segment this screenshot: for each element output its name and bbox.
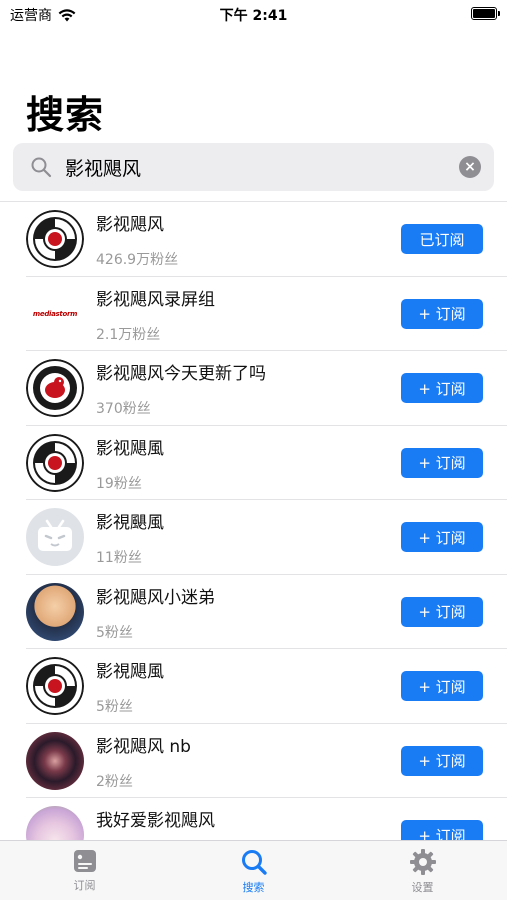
follower-count: 2.1万粉丝	[96, 326, 161, 343]
red-bird-logo-avatar[interactable]	[26, 359, 84, 417]
subscriptions-icon	[73, 850, 96, 872]
subscribe-button[interactable]: + 订阅	[401, 373, 483, 403]
channel-name: 影視颶風	[96, 513, 164, 533]
tab-bar: 订阅 搜索 设置	[0, 840, 507, 900]
avatar-logo-text: mediastorm	[32, 309, 78, 318]
channel-name: 影视飓风录屏组	[96, 289, 215, 310]
text-logo-avatar[interactable]: mediastorm	[26, 284, 84, 343]
follower-count: 5粉丝	[96, 699, 133, 715]
subscribe-button[interactable]: + 订阅	[401, 447, 483, 478]
red-eye-logo-avatar[interactable]	[26, 210, 84, 268]
result-row[interactable]: 影視飓風 5粉丝 + 订阅	[26, 649, 507, 724]
results-list: 影视飓风 426.9万粉丝 已订阅 mediastorm 影视飓风录屏组 2.1万粉丝 + …	[0, 201, 507, 840]
channel-name: 影视飓风 nb	[96, 736, 191, 757]
subscribe-button[interactable]: + 订阅	[401, 671, 483, 701]
cartoon-avatar-avatar[interactable]	[26, 582, 84, 641]
anime-avatar-avatar[interactable]	[26, 806, 84, 840]
tab-label-settings: 设置	[411, 881, 434, 894]
gear-icon	[409, 849, 436, 875]
subscribe-button[interactable]: + 订阅	[401, 522, 483, 552]
subscribe-button[interactable]: 已订阅	[401, 224, 483, 254]
status-bar: 运营商 下午 2:41	[0, 0, 507, 28]
follower-count: 426.9万粉丝	[96, 252, 179, 268]
tab-search[interactable]: 搜索	[169, 841, 338, 900]
result-row[interactable]: 影视飓风小迷弟 5粉丝 + 订阅	[26, 575, 507, 649]
channel-name: 影视飓风	[96, 215, 164, 235]
subscribe-button[interactable]: + 订阅	[401, 820, 483, 840]
magnifier-icon	[23, 156, 59, 178]
subscribe-button[interactable]: + 订阅	[401, 596, 483, 627]
channel-name: 我好爱影视飓风	[96, 811, 215, 831]
search-icon	[241, 850, 267, 875]
tab-label-subscriptions: 订阅	[73, 879, 96, 892]
swirl-avatar-avatar[interactable]	[26, 731, 84, 790]
result-row[interactable]: 我好爱影视飓风 + 订阅	[26, 798, 507, 840]
search-input[interactable]	[59, 156, 459, 178]
red-eye-logo-avatar[interactable]	[26, 433, 84, 492]
result-row[interactable]: mediastorm 影视飓风录屏组 2.1万粉丝 + 订阅	[26, 277, 507, 351]
red-eye-logo-avatar[interactable]	[26, 657, 84, 715]
search-bar[interactable]: ×	[13, 143, 494, 191]
channel-name: 影视飓風	[96, 438, 164, 459]
follower-count: 5粉丝	[96, 624, 133, 641]
follower-count: 11粉丝	[96, 550, 142, 566]
tab-label-search: 搜索	[242, 881, 265, 894]
page-title: 搜索	[26, 93, 105, 137]
subscribe-button[interactable]: + 订阅	[401, 298, 483, 329]
follower-count: 370粉丝	[96, 401, 151, 417]
result-row[interactable]: 影視颶風 11粉丝 + 订阅	[26, 500, 507, 575]
battery-icon	[471, 7, 500, 20]
follower-count: 2粉丝	[96, 773, 133, 790]
follower-count: 19粉丝	[96, 475, 142, 492]
tab-subscriptions[interactable]: 订阅	[0, 841, 169, 900]
channel-name: 影视飓风今天更新了吗	[96, 364, 266, 384]
result-row[interactable]: 影视飓風 19粉丝 + 订阅	[26, 426, 507, 500]
channel-name: 影视飓风小迷弟	[96, 587, 215, 608]
clear-icon[interactable]: ×	[459, 156, 481, 178]
tab-settings[interactable]: 设置	[338, 841, 507, 900]
result-row[interactable]: 影视飓风 nb 2粉丝 + 订阅	[26, 724, 507, 798]
result-row[interactable]: 影视飓风 426.9万粉丝 已订阅	[26, 202, 507, 277]
result-row[interactable]: 影视飓风今天更新了吗 370粉丝 + 订阅	[26, 351, 507, 426]
status-time: 下午 2:41	[219, 8, 288, 24]
default-tv-avatar-avatar[interactable]	[26, 508, 84, 566]
subscribe-button[interactable]: + 订阅	[401, 745, 483, 776]
channel-name: 影視飓風	[96, 662, 164, 682]
